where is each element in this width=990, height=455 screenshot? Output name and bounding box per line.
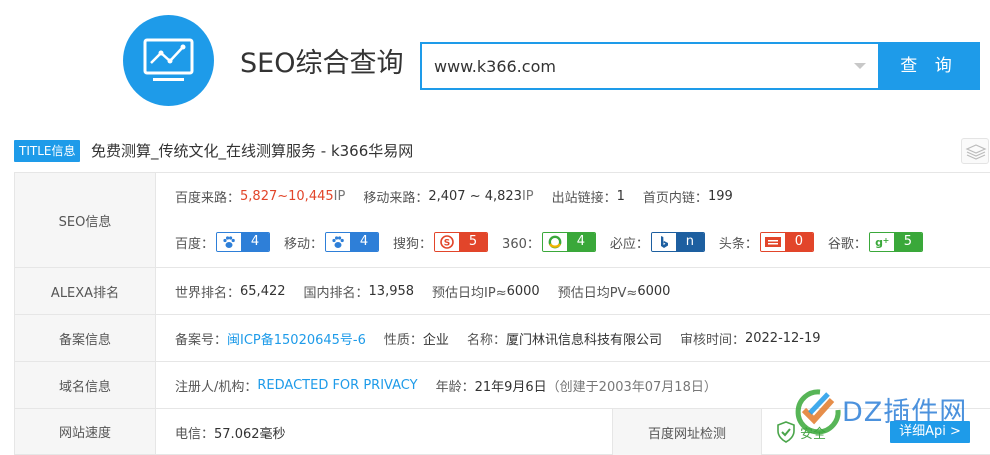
- dropdown-arrow-icon[interactable]: [854, 63, 866, 69]
- rank-badge-sogou[interactable]: S 5: [434, 232, 489, 252]
- rank-label-360: 360：: [502, 236, 540, 252]
- sogou-icon: S: [435, 233, 460, 251]
- logo: [123, 15, 214, 106]
- rank-value-google: 5: [893, 233, 922, 251]
- row-label-speed: 网站速度: [14, 409, 156, 454]
- title-badge: TITLE信息: [14, 140, 81, 162]
- row-icp: 备案信息 备案号： 闽ICP备15020645号-6 性质： 企业 名称： 厦门…: [14, 315, 990, 362]
- homepage-links-label: 首页内链：: [642, 190, 708, 206]
- icp-audit-value: 2022-12-19: [744, 330, 821, 346]
- svg-text:S: S: [444, 239, 450, 249]
- rank-label-toutiao: 头条：: [718, 236, 758, 252]
- domain-age-value: 21年9月6日: [474, 379, 547, 395]
- daily-pv-value: 6000: [637, 283, 671, 299]
- rank-label-bing: 必应：: [609, 236, 649, 252]
- rank-badge-360[interactable]: 4: [541, 232, 596, 252]
- daily-ip-value: 6000: [506, 283, 540, 299]
- baidu-traffic-label: 百度来路：: [175, 190, 241, 206]
- rank-badge-toutiao[interactable]: 0: [759, 232, 814, 252]
- rank-label-baidu: 百度：: [175, 236, 215, 252]
- rank-badge-mobile[interactable]: 4: [325, 232, 380, 252]
- daily-pv-label: 预估日均PV≈: [557, 285, 638, 301]
- app-title: SEO综合查询: [240, 48, 404, 79]
- rank-badges: 百度： 4 移动： 4 搜狗： S 5 360： 4 必应： n 头条： 0 谷…: [175, 219, 990, 265]
- monitor-chart-icon: [143, 38, 194, 81]
- google-plus-icon: g +: [869, 233, 894, 251]
- icp-number-label: 备案号：: [175, 332, 228, 348]
- rank-value-mobile: 4: [350, 233, 379, 251]
- rank-badge-bing[interactable]: n: [650, 232, 705, 252]
- domestic-rank-label: 国内排名：: [303, 285, 369, 301]
- row-label-domain: 域名信息: [14, 362, 156, 408]
- baidu-traffic-max[interactable]: 10,445: [288, 189, 334, 204]
- search-button[interactable]: 查 询: [878, 42, 980, 90]
- outlinks-label: 出站链接：: [551, 190, 617, 206]
- page-title-text: 免费测算_传统文化_在线测算服务 - k366华易网: [91, 142, 414, 160]
- rank-value-sogou: 5: [459, 233, 488, 251]
- mobile-traffic-label: 移动来路：: [363, 190, 429, 206]
- rank-value-360: 4: [566, 233, 595, 251]
- domestic-rank-value[interactable]: 13,958: [369, 284, 415, 299]
- baidu-traffic-unit: IP: [333, 188, 346, 204]
- telecom-speed-label: 电信：: [175, 426, 215, 442]
- rank-label-google: 谷歌：: [827, 236, 867, 252]
- rank-label-sogou: 搜狗：: [393, 236, 433, 252]
- bing-icon: [651, 233, 676, 251]
- icp-name-value: 厦门林讯信息科技有限公司: [505, 332, 662, 348]
- world-rank-value[interactable]: 65,422: [240, 284, 286, 299]
- registrant-link[interactable]: REDACTED FOR PRIVACY: [257, 378, 417, 393]
- api-detail-button[interactable]: 详细Api >: [890, 421, 970, 443]
- world-rank-label: 世界排名：: [175, 285, 241, 301]
- homepage-links-value[interactable]: 199: [708, 189, 733, 204]
- icp-nature-value: 企业: [422, 332, 449, 348]
- registrant-label: 注册人/机构：: [175, 379, 258, 395]
- row-label-alexa: ALEXA排名: [14, 268, 156, 314]
- telecom-speed-value: 57.062毫秒: [214, 426, 286, 442]
- domain-created-text: （创建于2003年07月18日）: [546, 379, 717, 395]
- domain-age-label: 年龄：: [435, 379, 475, 395]
- layers-icon[interactable]: [961, 138, 989, 164]
- baidu-traffic-min[interactable]: 5,827: [240, 189, 277, 204]
- svg-text:+: +: [883, 236, 890, 245]
- row-label-seo: SEO信息: [14, 173, 156, 267]
- rank-value-bing: n: [675, 233, 704, 251]
- rank-badge-baidu[interactable]: 4: [216, 232, 271, 252]
- toutiao-icon: [760, 233, 785, 251]
- daily-ip-label: 预估日均IP≈: [432, 285, 507, 301]
- icp-nature-label: 性质：: [383, 332, 423, 348]
- row-label-icp: 备案信息: [14, 315, 156, 361]
- mobile-traffic-value[interactable]: 2,407 ~ 4,823: [428, 189, 522, 204]
- 360-icon: [542, 233, 567, 251]
- mobile-traffic-unit: IP: [521, 188, 534, 204]
- paw-icon: [326, 233, 351, 251]
- row-seo: SEO信息 百度来路： 5,827 ~ 10,445 IP 移动来路： 2,40…: [14, 173, 990, 268]
- search-box[interactable]: [420, 42, 880, 90]
- icp-number-link[interactable]: 闽ICP备15020645号-6: [227, 329, 366, 348]
- search-input[interactable]: [434, 44, 844, 88]
- rank-value-baidu: 4: [241, 233, 270, 251]
- rank-badge-google[interactable]: g + 5: [868, 232, 923, 252]
- baidu-traffic-sep: ~: [277, 188, 289, 204]
- row-alexa: ALEXA排名 世界排名： 65,422 国内排名： 13,958 预估日均IP…: [14, 268, 990, 315]
- icp-name-label: 名称：: [466, 332, 506, 348]
- paw-icon: [217, 233, 242, 251]
- baidu-check-label: 百度网址检测: [612, 409, 762, 455]
- rank-value-toutiao: 0: [784, 233, 813, 251]
- rank-label-mobile: 移动：: [284, 236, 324, 252]
- outlinks-value[interactable]: 1: [617, 189, 625, 204]
- icp-audit-label: 审核时间：: [679, 332, 745, 348]
